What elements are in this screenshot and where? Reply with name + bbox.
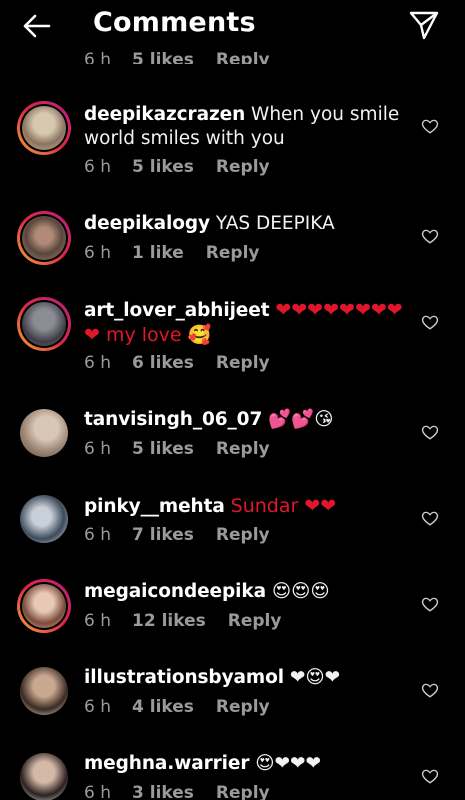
- comment-text: tanvisingh_06_07 💕💕😘: [84, 408, 404, 432]
- avatar[interactable]: [17, 579, 71, 633]
- comment-time: 6 h: [84, 157, 111, 177]
- comment-likes[interactable]: 3 likes: [132, 783, 194, 800]
- heart-outline-icon[interactable]: [421, 313, 439, 331]
- avatar[interactable]: [17, 297, 71, 351]
- page-title: Comments: [93, 7, 256, 38]
- reply-button[interactable]: Reply: [228, 611, 282, 631]
- heart-outline-icon[interactable]: [421, 509, 439, 527]
- comment-likes[interactable]: 5 likes: [132, 50, 194, 64]
- heart-outline-icon[interactable]: [421, 681, 439, 699]
- reply-button[interactable]: Reply: [216, 439, 270, 459]
- heart-outline-icon[interactable]: [421, 767, 439, 785]
- avatar[interactable]: [17, 211, 71, 265]
- comment-text: meghna.warrier 😍❤❤❤: [84, 752, 404, 776]
- comment-body: ❤😍❤: [289, 667, 341, 688]
- arrow-left-icon[interactable]: [18, 8, 54, 44]
- comment-meta: 6 h 6 likes Reply: [84, 353, 270, 373]
- reply-button[interactable]: Reply: [216, 353, 270, 373]
- comment-username[interactable]: megaicondeepika: [84, 581, 266, 602]
- comment-row: meghna.warrier 😍❤❤❤ 6 h 3 likes Reply: [0, 748, 465, 800]
- reply-button[interactable]: Reply: [216, 697, 270, 717]
- comment-meta: 6 h 5 likes Reply: [84, 50, 270, 70]
- comment-username[interactable]: illustrationsbyamol: [84, 667, 284, 688]
- avatar[interactable]: [17, 101, 71, 155]
- comment-meta: 6 h 3 likes Reply: [84, 783, 270, 800]
- comment-likes[interactable]: 1 like: [132, 243, 184, 263]
- comment-username[interactable]: pinky__mehta: [84, 496, 225, 517]
- reply-button[interactable]: Reply: [216, 783, 270, 800]
- heart-outline-icon[interactable]: [421, 423, 439, 441]
- comment-body: 😍😍😍: [271, 581, 330, 602]
- comment-time: 6 h: [84, 525, 111, 545]
- comment-body: Sundar ❤❤: [230, 495, 337, 517]
- comment-username[interactable]: art_lover_abhijeet: [84, 300, 270, 321]
- comment-username[interactable]: deepikalogy: [84, 213, 210, 234]
- comment-username[interactable]: tanvisingh_06_07: [84, 409, 262, 430]
- comment-text: art_lover_abhijeet ❤❤❤❤❤❤❤❤❤ my love 🥰: [84, 298, 404, 348]
- avatar[interactable]: [20, 667, 68, 715]
- comment-text: illustrationsbyamol ❤😍❤: [84, 666, 404, 690]
- header-bar: Comments: [0, 0, 465, 52]
- comment-username[interactable]: deepikazcrazen: [84, 104, 245, 125]
- comment-meta: 6 h 1 like Reply: [84, 243, 259, 263]
- reply-button[interactable]: Reply: [206, 243, 260, 263]
- comment-likes[interactable]: 6 likes: [132, 353, 194, 373]
- comment-meta: 6 h 7 likes Reply: [84, 525, 270, 545]
- avatar[interactable]: [20, 409, 68, 457]
- heart-outline-icon[interactable]: [421, 227, 439, 245]
- comment-text: deepikalogy YAS DEEPIKA: [84, 212, 404, 236]
- comment-body: YAS DEEPIKA: [215, 213, 335, 234]
- comment-meta: 6 h 5 likes Reply: [84, 439, 270, 459]
- comment-meta: 6 h 4 likes Reply: [84, 697, 270, 717]
- comment-likes[interactable]: 5 likes: [132, 439, 194, 459]
- comment-likes[interactable]: 5 likes: [132, 157, 194, 177]
- comment-text: megaicondeepika 😍😍😍: [84, 580, 404, 604]
- comment-text: pinky__mehta Sundar ❤❤: [84, 494, 404, 519]
- comment-body: 😍❤❤❤: [255, 753, 322, 774]
- comment-time: 6 h: [84, 697, 111, 717]
- comment-time: 6 h: [84, 611, 111, 631]
- reply-button[interactable]: Reply: [216, 525, 270, 545]
- comment-meta: 6 h 5 likes Reply: [84, 157, 270, 177]
- comment-time: 6 h: [84, 439, 111, 459]
- comment-text: deepikazcrazen When you smile world smil…: [84, 103, 404, 151]
- comment-time: 6 h: [84, 783, 111, 800]
- comment-body: 💕💕😘: [268, 409, 334, 430]
- comment-time: 6 h: [84, 243, 111, 263]
- comment-likes[interactable]: 12 likes: [132, 611, 206, 631]
- comment-time: 6 h: [84, 353, 111, 373]
- comment-meta: 6 h 12 likes Reply: [84, 611, 281, 631]
- paper-plane-icon[interactable]: [407, 8, 441, 42]
- heart-outline-icon[interactable]: [421, 595, 439, 613]
- reply-button[interactable]: Reply: [216, 157, 270, 177]
- comments-list: 6 h 5 likes Reply deepikazcrazen When you …: [0, 0, 465, 800]
- comment-likes[interactable]: 4 likes: [132, 697, 194, 717]
- comment-username[interactable]: meghna.warrier: [84, 753, 249, 774]
- avatar[interactable]: [20, 495, 68, 543]
- heart-outline-icon[interactable]: [421, 117, 439, 135]
- comment-time: 6 h: [84, 50, 111, 70]
- comment-likes[interactable]: 7 likes: [132, 525, 194, 545]
- avatar[interactable]: [20, 753, 68, 800]
- reply-button[interactable]: Reply: [216, 50, 270, 64]
